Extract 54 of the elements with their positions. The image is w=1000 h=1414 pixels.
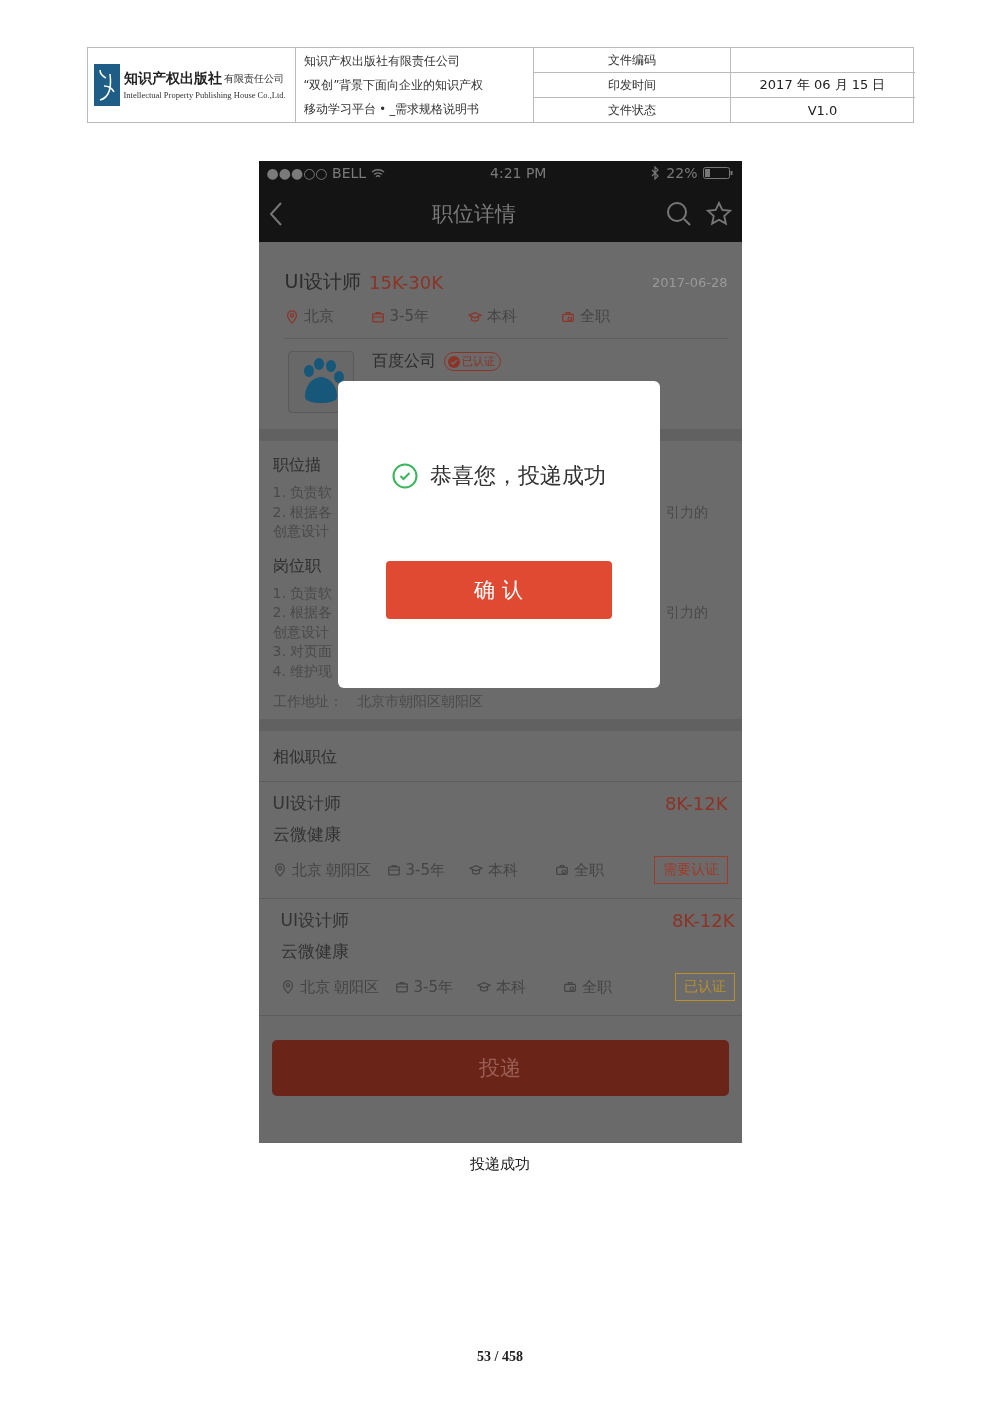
section-title: 职位描	[272, 454, 321, 476]
company-name: 云微健康	[272, 823, 342, 846]
confirm-button[interactable]: 确 认	[385, 561, 612, 619]
job-title: UI设计师	[284, 269, 361, 294]
graduation-cap-icon	[467, 309, 482, 324]
field-value: V1.0	[807, 102, 838, 118]
salary: 15K-30K	[369, 271, 444, 293]
bluetooth-icon	[651, 166, 661, 180]
location-pin-icon	[280, 980, 295, 994]
salary: 8K-12K	[664, 793, 728, 814]
job-title: UI设计师	[280, 909, 349, 932]
apply-button[interactable]: 投递	[271, 1040, 729, 1096]
logo-icon	[93, 64, 120, 106]
battery-percent: 22%	[666, 165, 698, 181]
section-title: 相似职位	[272, 746, 337, 768]
carrier-label: ●●●○○ BELL	[266, 165, 367, 181]
document-title-line: “双创”背景下面向企业的知识产权	[303, 77, 485, 94]
document-title-line: 知识产权出版社有限责任公司	[303, 53, 461, 70]
check-circle-icon	[391, 463, 418, 489]
publisher-suffix: 有限责任公司	[223, 72, 284, 86]
salary: 8K-12K	[671, 910, 735, 931]
briefcase-icon	[394, 980, 409, 994]
publisher-english-name: Intellectual Property Publishing House Co.,Ltd.	[123, 90, 286, 100]
briefcase-icon	[386, 863, 401, 877]
company-name: 云微健康	[280, 940, 350, 963]
status-time: 4:21 PM	[490, 165, 547, 181]
work-bag-icon	[560, 309, 575, 324]
location-pin-icon	[284, 309, 299, 324]
work-bag-icon	[554, 863, 569, 877]
field-label: 印发时间	[607, 76, 656, 94]
publisher-name: 知识产权出版社	[123, 70, 222, 88]
document-title-line: 移动学习平台 • _需求规格说明书	[303, 101, 481, 118]
graduation-cap-icon	[476, 980, 491, 994]
page-title: 职位详情	[432, 200, 516, 228]
job-title: UI设计师	[272, 792, 341, 815]
briefcase-icon	[370, 309, 385, 324]
battery-icon	[703, 167, 734, 179]
field-label: 文件编码	[607, 51, 656, 69]
certification-badge: 已认证	[674, 973, 735, 1001]
location-pin-icon	[272, 863, 287, 877]
field-label: 文件状态	[607, 101, 656, 119]
section-title: 岗位职	[272, 554, 321, 577]
success-message: 恭喜您，投递成功	[429, 462, 606, 490]
field-value: 2017 年 06 月 15 日	[759, 76, 886, 94]
wifi-icon	[371, 167, 386, 179]
graduation-cap-icon	[468, 863, 483, 877]
figure-caption: 投递成功	[470, 1155, 530, 1174]
star-icon[interactable]	[705, 200, 732, 227]
work-bag-icon	[562, 980, 577, 994]
company-name: 百度公司	[371, 351, 436, 372]
back-icon[interactable]	[268, 200, 283, 227]
search-icon[interactable]	[665, 200, 692, 227]
certification-badge: 需要认证	[653, 856, 728, 884]
page-number: 53 / 458	[477, 1349, 523, 1365]
